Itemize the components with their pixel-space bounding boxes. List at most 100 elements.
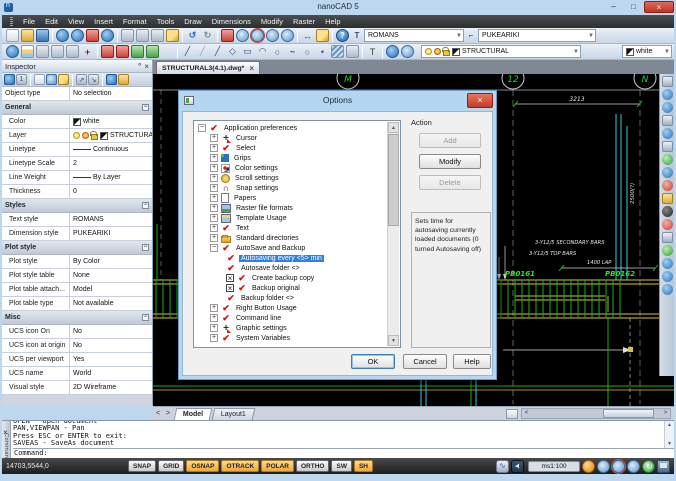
toggle-grid[interactable]: GRID bbox=[158, 460, 184, 472]
pin-icon[interactable] bbox=[136, 62, 144, 70]
layers-icon[interactable] bbox=[21, 45, 34, 58]
tree-item[interactable]: Grips bbox=[195, 153, 387, 163]
collapse-icon[interactable] bbox=[142, 314, 149, 321]
document-tab[interactable]: STRUCTURAL3(4.1).dwg* bbox=[156, 61, 260, 74]
side-tool-icon[interactable] bbox=[662, 76, 673, 87]
property-row[interactable]: Object type No selection bbox=[2, 87, 152, 101]
expand-icon[interactable] bbox=[210, 224, 218, 232]
command-scrollbar[interactable] bbox=[664, 421, 674, 449]
section-misc[interactable]: Misc bbox=[2, 311, 152, 325]
property-row[interactable]: Plot table attach... Model bbox=[2, 283, 152, 297]
dimension-style-combo[interactable]: PUKEARIKI ▼ bbox=[478, 29, 596, 42]
pan-hand-icon[interactable] bbox=[582, 460, 595, 473]
copy-icon[interactable] bbox=[136, 29, 149, 42]
color-combo[interactable]: white ▼ bbox=[622, 45, 672, 58]
modify-button[interactable]: Modify bbox=[419, 154, 481, 169]
scroll-up-icon[interactable] bbox=[665, 421, 674, 430]
property-row[interactable]: Plot style table None bbox=[2, 269, 152, 283]
help-icon[interactable] bbox=[336, 29, 349, 42]
side-tool-icon[interactable] bbox=[662, 258, 673, 269]
erase-icon[interactable] bbox=[221, 29, 234, 42]
draw-point-icon[interactable] bbox=[316, 45, 329, 58]
zoom-extents-icon[interactable] bbox=[281, 29, 294, 42]
expand-icon[interactable] bbox=[210, 214, 218, 222]
zoom-in-icon[interactable] bbox=[597, 460, 610, 473]
layout-list-icon[interactable] bbox=[506, 409, 518, 419]
scroll-left-icon[interactable] bbox=[522, 409, 531, 418]
menu-draw[interactable]: Draw bbox=[179, 17, 207, 26]
paste-icon[interactable] bbox=[151, 29, 164, 42]
tree-item-selected[interactable]: Autosaving every <5> min bbox=[195, 253, 387, 263]
section-plot-style[interactable]: Plot style bbox=[2, 241, 152, 255]
fullscreen-icon[interactable] bbox=[657, 460, 670, 473]
properties-icon[interactable] bbox=[386, 45, 399, 58]
section-general[interactable]: General bbox=[2, 101, 152, 115]
inspector-titlebar[interactable]: Inspector bbox=[2, 60, 152, 73]
tab-model[interactable]: Model bbox=[174, 408, 213, 420]
undo-icon[interactable] bbox=[186, 29, 199, 42]
expand-icon[interactable] bbox=[210, 204, 218, 212]
expand-icon[interactable] bbox=[210, 154, 218, 162]
select-icon[interactable] bbox=[4, 74, 15, 85]
tree-item[interactable]: Template Usage bbox=[195, 213, 387, 223]
side-tool-icon[interactable] bbox=[662, 271, 673, 282]
expand-icon[interactable] bbox=[210, 134, 218, 142]
side-tool-icon[interactable] bbox=[662, 245, 673, 256]
inspector-icon[interactable] bbox=[401, 45, 414, 58]
tree-item[interactable]: Standard directories bbox=[195, 233, 387, 243]
toggle-snap[interactable]: SNAP bbox=[128, 460, 156, 472]
side-tool-icon[interactable] bbox=[662, 206, 673, 217]
open-settings-icon[interactable] bbox=[118, 74, 129, 85]
menu-format[interactable]: Format bbox=[118, 17, 152, 26]
origin-icon[interactable] bbox=[81, 45, 94, 58]
add-button[interactable]: Add bbox=[419, 133, 481, 148]
tab-layout1[interactable]: Layout1 bbox=[212, 408, 255, 420]
property-row[interactable]: Linetype Scale 2 bbox=[2, 157, 152, 171]
collapse-icon[interactable] bbox=[142, 202, 149, 209]
expand-icon[interactable] bbox=[198, 124, 206, 132]
menu-raster[interactable]: Raster bbox=[288, 17, 320, 26]
expand-icon[interactable] bbox=[210, 334, 218, 342]
toggle-sw[interactable]: SW bbox=[331, 460, 351, 472]
publish-icon[interactable] bbox=[86, 29, 99, 42]
scroll-down-icon[interactable] bbox=[388, 335, 399, 346]
draw-arc-icon[interactable] bbox=[256, 45, 269, 58]
tree-item[interactable]: Papers bbox=[195, 193, 387, 203]
settings-icon[interactable] bbox=[106, 74, 117, 85]
toggle-sh[interactable]: SH bbox=[354, 460, 373, 472]
property-row[interactable]: Visual style 2D Wireframe bbox=[2, 381, 152, 395]
section-styles[interactable]: Styles bbox=[2, 199, 152, 213]
menu-tools[interactable]: Tools bbox=[152, 17, 180, 26]
ucs-icon[interactable] bbox=[51, 45, 64, 58]
side-tool-icon[interactable] bbox=[662, 180, 673, 191]
zoom-window-icon[interactable] bbox=[251, 29, 264, 42]
hatch-icon[interactable] bbox=[331, 45, 344, 58]
property-row[interactable]: Line Weight By Layer bbox=[2, 171, 152, 185]
expand-icon[interactable] bbox=[210, 164, 218, 172]
help-button[interactable]: Help bbox=[453, 354, 491, 369]
dialog-close-button[interactable] bbox=[467, 93, 493, 108]
minimize-button[interactable] bbox=[604, 1, 623, 13]
draw-line-icon[interactable] bbox=[181, 45, 194, 58]
pencil-icon[interactable] bbox=[316, 29, 329, 42]
scroll-thumb[interactable] bbox=[388, 134, 399, 226]
property-row[interactable]: Thickness 0 bbox=[2, 185, 152, 199]
export-icon[interactable]: ↗ bbox=[76, 74, 87, 85]
checkbox-checked-icon[interactable] bbox=[226, 284, 234, 292]
side-tool-icon[interactable] bbox=[662, 128, 673, 139]
draw-ray-icon[interactable] bbox=[211, 45, 224, 58]
layer-combo[interactable]: STRUCTURAL ▼ bbox=[421, 45, 581, 58]
tree-item[interactable]: Autosave folder <> bbox=[195, 263, 387, 273]
command-history[interactable]: OPEN - Open document PAN,VIEWPAN - Pan P… bbox=[13, 421, 663, 449]
tree-item[interactable]: Right Button Usage bbox=[195, 303, 387, 313]
save-icon[interactable] bbox=[36, 29, 49, 42]
expand-icon[interactable] bbox=[210, 304, 218, 312]
tree-item[interactable]: Command line bbox=[195, 313, 387, 323]
draw-polyline-icon[interactable] bbox=[196, 45, 209, 58]
side-tool-icon[interactable] bbox=[662, 115, 673, 126]
property-row[interactable]: Plot style By Color bbox=[2, 255, 152, 269]
side-tool-icon[interactable] bbox=[662, 219, 673, 230]
distance-icon[interactable] bbox=[301, 29, 314, 42]
copy-object-icon[interactable] bbox=[101, 45, 114, 58]
draw-circle-icon[interactable] bbox=[271, 45, 284, 58]
